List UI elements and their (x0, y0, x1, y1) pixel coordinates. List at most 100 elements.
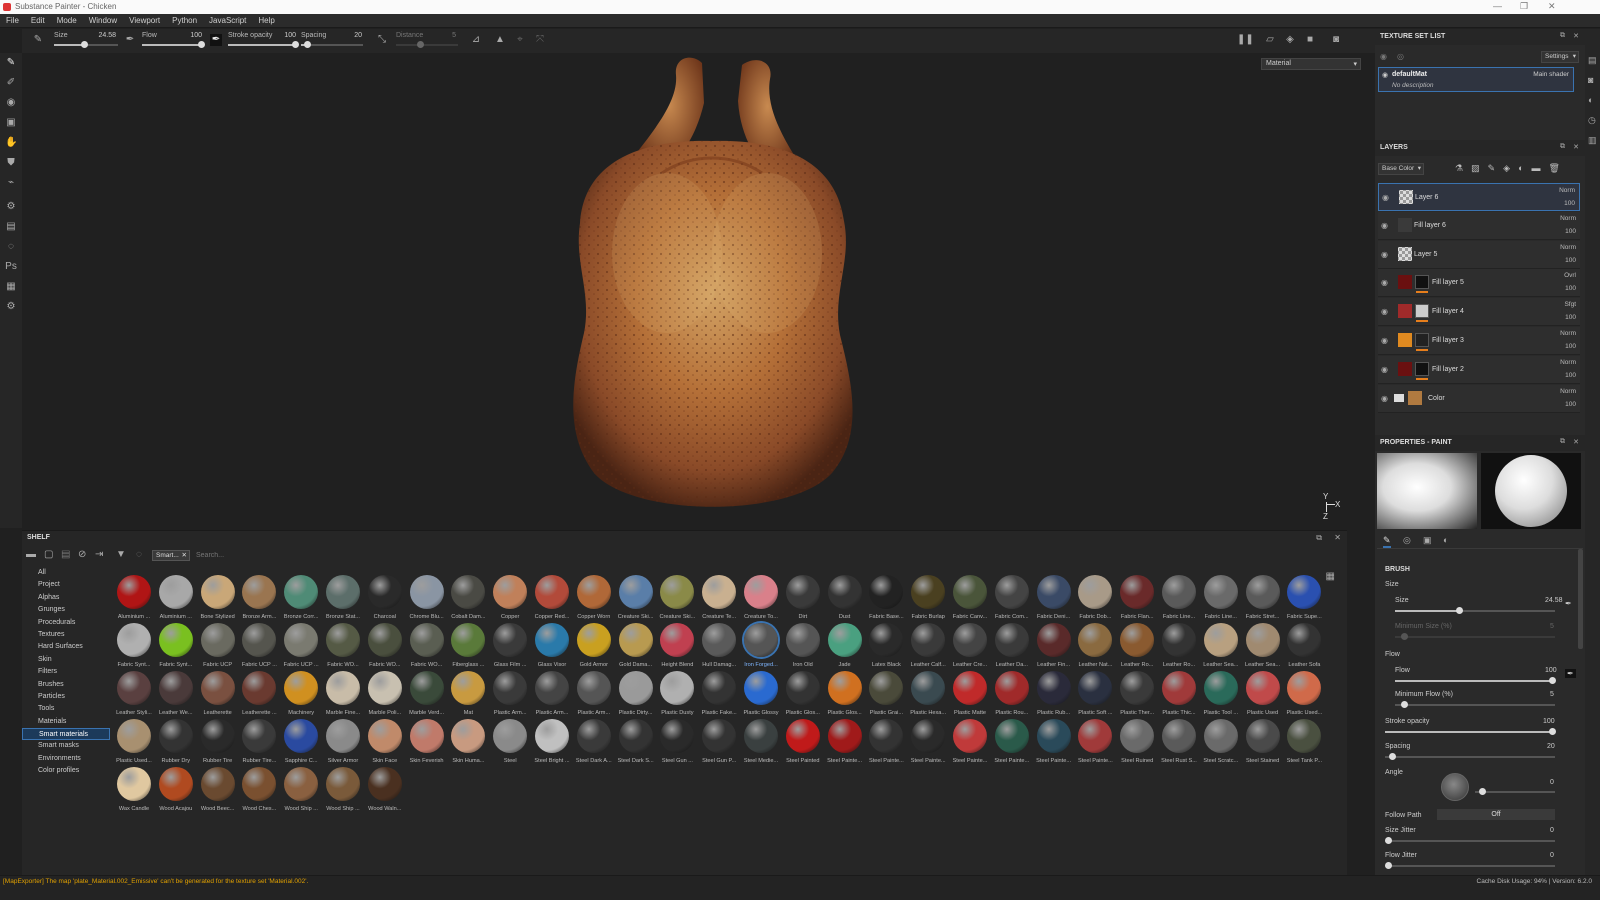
tab-material-icon[interactable]: ◐ (1443, 535, 1448, 545)
iray-icon[interactable]: ◌ (5, 241, 17, 253)
shelf-material-item[interactable]: Fabric Supe... (1284, 575, 1324, 623)
tab-brush-icon[interactable]: ✎ (1383, 535, 1391, 548)
shelf-material-item[interactable]: Fabric Burlap (908, 575, 948, 623)
prop-flow-jitter-value[interactable]: 0 (1550, 852, 1554, 859)
menu-mode[interactable]: Mode (51, 14, 83, 25)
shelf-material-item[interactable]: Creature Ski... (657, 575, 697, 623)
shelf-material-item[interactable]: Leather Sea... (1201, 623, 1241, 671)
shelf-material-item[interactable]: Plastic Used (1243, 671, 1283, 719)
shelf-material-item[interactable]: Plastic Tool ... (1201, 671, 1241, 719)
prop-size-jitter-value[interactable]: 0 (1550, 827, 1554, 834)
layer-blend-mode[interactable]: Norm (1560, 244, 1576, 251)
shelf-material-item[interactable]: Wood Ship ... (281, 767, 321, 815)
shelf-material-item[interactable]: Steel Painte... (1075, 719, 1115, 767)
shelf-material-item[interactable]: Wood Ches... (239, 767, 279, 815)
shelf-material-item[interactable]: Plastic Glos... (783, 671, 823, 719)
refresh-icon[interactable]: ◌ (136, 549, 142, 560)
shelf-material-item[interactable]: Plastic Used... (1284, 671, 1324, 719)
shelf-material-item[interactable]: Machinery (281, 671, 321, 719)
shelf-material-item[interactable]: Height Blend (657, 623, 697, 671)
shelf-material-item[interactable]: Dust (825, 575, 865, 623)
prop-size-value[interactable]: 24.58 (1545, 597, 1563, 604)
save-icon[interactable]: ▤ (61, 549, 70, 560)
layer-mask-thumbnail[interactable] (1415, 304, 1429, 319)
prop-min-flow-slider[interactable] (1395, 704, 1555, 706)
shelf-material-item[interactable]: Hull Damag... (699, 623, 739, 671)
prop-flow-jitter-handle[interactable] (1385, 862, 1392, 869)
shelf-material-item[interactable]: Wood Waln... (365, 767, 405, 815)
shelf-material-item[interactable]: Skin Feverish (407, 719, 447, 767)
shelf-material-item[interactable]: Steel Painte... (908, 719, 948, 767)
log-icon[interactable]: ▥ (1588, 135, 1597, 146)
filter-icon[interactable]: ▼ (116, 549, 126, 560)
flow-pen-icon[interactable]: ✒ (1565, 669, 1576, 678)
new-item-icon[interactable]: ▢ (44, 549, 53, 560)
shelf-material-item[interactable]: Steel Painte... (992, 719, 1032, 767)
clone-icon[interactable]: ⛊ (5, 157, 17, 169)
shelf-material-item[interactable]: Leather Da... (992, 623, 1032, 671)
photoshop-icon[interactable]: Ps (5, 261, 17, 273)
shelf-category-hard-surfaces[interactable]: Hard Surfaces (22, 641, 110, 653)
paint-brush-icon[interactable]: ✎ (5, 57, 17, 69)
shelf-material-item[interactable]: Plastic Rou... (992, 671, 1032, 719)
brush-alpha-preview[interactable] (1377, 453, 1477, 529)
minimize-icon[interactable]: — (1493, 1, 1502, 11)
shelf-material-item[interactable]: Bronze Stat... (323, 575, 363, 623)
prop-angle-slider[interactable] (1475, 791, 1555, 793)
shelf-material-item[interactable]: Fabric UCP ... (239, 623, 279, 671)
shelf-material-item[interactable]: Marble Fine... (323, 671, 363, 719)
shelf-category-brushes[interactable]: Brushes (22, 679, 110, 691)
layer-opacity[interactable]: 100 (1565, 257, 1576, 264)
prop-size-jitter-slider[interactable] (1385, 840, 1555, 842)
toolbar-flow-value[interactable]: 100 (182, 32, 202, 39)
prop-min-flow-value[interactable]: 5 (1550, 691, 1554, 698)
menu-python[interactable]: Python (166, 14, 203, 25)
shelf-material-item[interactable]: Leather Nat... (1075, 623, 1115, 671)
layer-opacity[interactable]: 100 (1565, 343, 1576, 350)
shelf-material-item[interactable]: Plastic Soft ... (1075, 671, 1115, 719)
eye-icon[interactable]: ◉ (1381, 365, 1388, 374)
shelf-material-item[interactable]: Aluminium ... (156, 575, 196, 623)
prop-size-jitter-handle[interactable] (1385, 837, 1392, 844)
shelf-category-filters[interactable]: Filters (22, 666, 110, 678)
shelf-material-item[interactable]: Gold Dama... (616, 623, 656, 671)
eye-icon[interactable]: ◉ (1381, 307, 1388, 316)
shelf-material-item[interactable]: Plastic Dirty... (616, 671, 656, 719)
shelf-material-item[interactable]: Gold Armor (574, 623, 614, 671)
prop-angle-value[interactable]: 0 (1550, 779, 1554, 786)
shelf-material-item[interactable]: Fabric WO... (407, 623, 447, 671)
size-pen-icon[interactable]: ✒ (124, 34, 136, 46)
shelf-material-item[interactable]: Latex Black (866, 623, 906, 671)
shelf-material-item[interactable]: Plastic Arm... (532, 671, 572, 719)
eraser-icon[interactable]: ✐ (5, 77, 17, 89)
layer-blend-mode[interactable]: Norm (1560, 330, 1576, 337)
shelf-material-item[interactable]: Copper Red... (532, 575, 572, 623)
layer-blend-mode[interactable]: Ovrl (1564, 272, 1576, 279)
shelf-material-item[interactable]: Rubber Tire... (239, 719, 279, 767)
import-icon[interactable]: ⇥ (95, 549, 103, 560)
settings-icon[interactable]: ⚙ (5, 201, 17, 213)
filter-chip-close-icon[interactable]: ✕ (182, 551, 187, 559)
layer-opacity[interactable]: 100 (1565, 372, 1576, 379)
shelf-material-item[interactable]: Rubber Dry (156, 719, 196, 767)
shelf-material-item[interactable]: Fabric UCP ... (281, 623, 321, 671)
shelf-category-environments[interactable]: Environments (22, 753, 110, 765)
shelf-material-item[interactable]: Creature To... (741, 575, 781, 623)
shelf-material-item[interactable]: Leather Styli... (114, 671, 154, 719)
shelf-material-item[interactable]: Fabric Com... (992, 575, 1032, 623)
projection-icon[interactable]: ◉ (5, 97, 17, 109)
layer-blend-mode[interactable]: Norm (1560, 388, 1576, 395)
undock-icon[interactable]: ⧉ (1560, 32, 1565, 40)
shelf-material-item[interactable]: Steel Gun ... (657, 719, 697, 767)
shelf-material-item[interactable]: Wood Ship ... (323, 767, 363, 815)
shelf-material-item[interactable]: Steel (490, 719, 530, 767)
prop-spacing-slider[interactable] (1385, 756, 1555, 758)
shelf-material-item[interactable]: Steel Stained (1243, 719, 1283, 767)
menu-help[interactable]: Help (252, 14, 280, 25)
shelf-material-item[interactable]: Glass Film ... (490, 623, 530, 671)
shelf-material-item[interactable]: Plastic Hexa... (908, 671, 948, 719)
shelf-search-input[interactable] (196, 550, 596, 561)
shelf-material-item[interactable]: Leatherette ... (239, 671, 279, 719)
shelf-material-item[interactable]: Fabric Dob... (1075, 575, 1115, 623)
camera-icon[interactable]: ■ (1304, 34, 1316, 46)
